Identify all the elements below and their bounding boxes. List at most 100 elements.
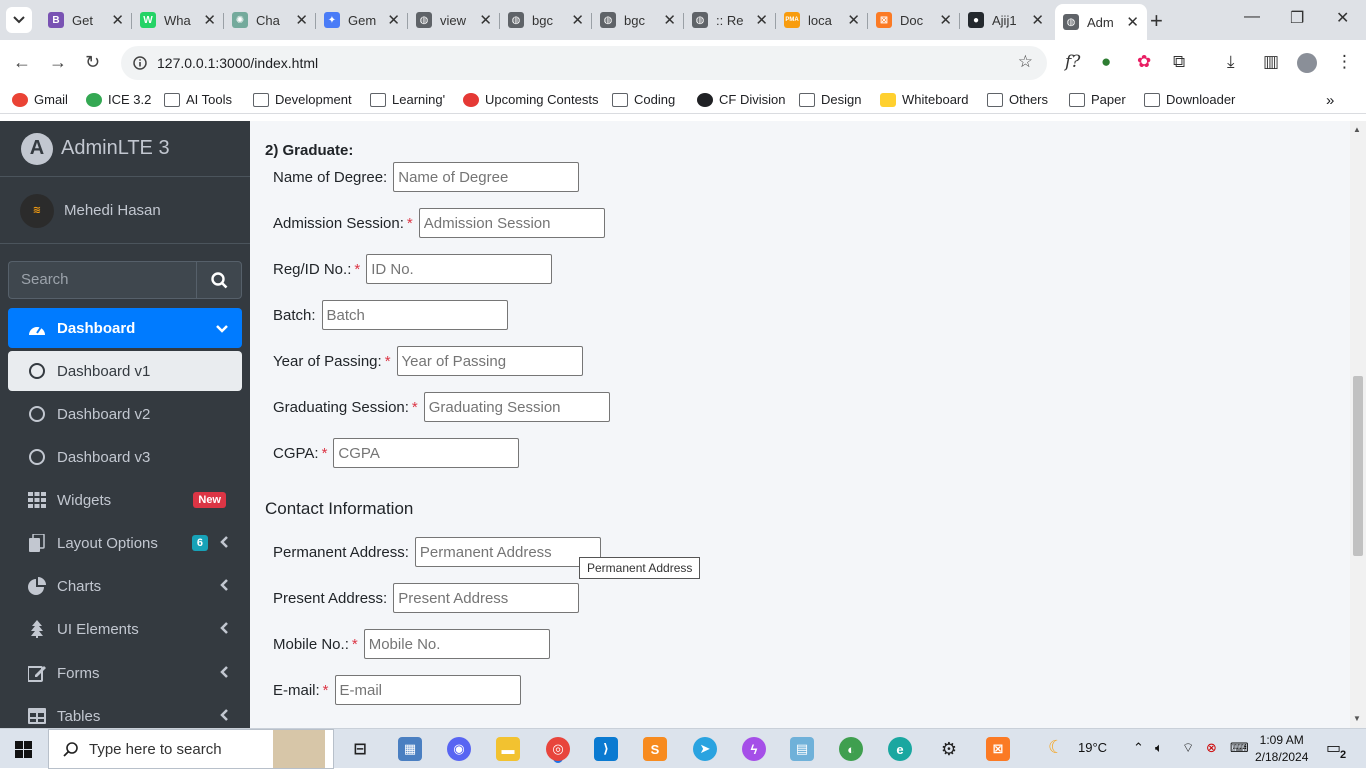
bookmark-item[interactable]: Coding	[612, 92, 675, 107]
task-view-icon[interactable]: ⊟	[348, 737, 372, 761]
browser-tab[interactable]: ◍ bgc ✕	[592, 5, 684, 35]
browser-tab[interactable]: ◍ Adm ✕	[1055, 4, 1147, 40]
sidebar-item-layout-options[interactable]: Layout Options 6	[8, 523, 242, 563]
bookmark-item[interactable]: CF Division	[697, 92, 785, 107]
notepad-icon[interactable]: ▤	[790, 737, 814, 761]
browser-tab[interactable]: ◍:: Re ✕	[684, 5, 776, 35]
address-bar[interactable]: 127.0.0.1:3000/index.html ☆	[121, 46, 1047, 80]
extension-globe-icon[interactable]: ●	[1101, 52, 1111, 72]
scrollbar[interactable]: ▲ ▼	[1350, 121, 1366, 728]
close-tab-icon[interactable]: ✕	[203, 11, 216, 29]
sidebar-item-dashboard[interactable]: Dashboard	[8, 308, 242, 348]
graduating-session-input[interactable]	[423, 392, 610, 422]
close-tab-icon[interactable]: ✕	[387, 11, 400, 29]
browser-tab[interactable]: ● Ajij1 ✕	[960, 5, 1052, 35]
close-tab-icon[interactable]: ✕	[1031, 11, 1044, 29]
chrome-icon[interactable]: ◎	[546, 737, 570, 761]
close-tab-icon[interactable]: ✕	[755, 11, 768, 29]
cgpa-input[interactable]	[333, 438, 520, 468]
sidebar-search-input[interactable]: Search	[8, 261, 196, 299]
profile-avatar[interactable]	[1297, 53, 1317, 73]
scroll-up-arrow-icon[interactable]: ▲	[1353, 125, 1361, 134]
bookmark-star-icon[interactable]: ☆	[1018, 52, 1033, 72]
messenger-icon[interactable]: ϟ	[742, 737, 766, 761]
bookmark-item[interactable]: Development	[253, 92, 352, 107]
restore-button[interactable]: ❐	[1290, 8, 1304, 28]
windows-start-icon[interactable]	[15, 741, 32, 758]
user-name[interactable]: Mehedi Hasan	[64, 202, 161, 219]
id-no-input[interactable]	[366, 254, 553, 284]
close-tab-icon[interactable]: ✕	[111, 11, 124, 29]
close-tab-icon[interactable]: ✕	[1126, 13, 1139, 31]
bookmark-item[interactable]: Whiteboard	[880, 92, 968, 107]
tray-chevron-up-icon[interactable]: ⌃	[1133, 740, 1144, 756]
mobile-no-input[interactable]	[363, 629, 550, 659]
browser-tab[interactable]: ✦ Gem ✕	[316, 5, 408, 35]
browser-tab[interactable]: PMA loca ✕	[776, 5, 868, 35]
browser-tab[interactable]: ⊠ Doc ✕	[868, 5, 960, 35]
sidebar-item-dashboard-v1[interactable]: Dashboard v1	[8, 351, 242, 391]
volume-icon[interactable]: 🔈︎	[1155, 740, 1163, 756]
download-icon[interactable]: ⤓	[1227, 52, 1235, 72]
browser-tab[interactable]: ✺ Cha ✕	[224, 5, 316, 35]
weather-temp[interactable]: 19°C	[1078, 740, 1107, 755]
telegram-icon[interactable]: ➤	[693, 737, 717, 761]
bookmark-item[interactable]: Paper	[1069, 92, 1126, 107]
sidebar-item-widgets[interactable]: Widgets New	[8, 480, 242, 520]
network-warning-icon[interactable]: ⊗	[1206, 740, 1217, 756]
xampp-icon[interactable]: ⊠	[986, 737, 1010, 761]
bookmark-item[interactable]: Gmail	[12, 92, 68, 107]
present-address-input[interactable]	[393, 583, 580, 613]
forward-button[interactable]: →	[49, 52, 67, 73]
network-app-icon[interactable]: ◐	[839, 737, 863, 761]
bookmark-item[interactable]: Design	[799, 92, 861, 107]
back-button[interactable]: ←	[13, 52, 31, 73]
sidebar-item-forms[interactable]: Forms	[8, 653, 242, 693]
clock[interactable]: 1:09 AM 2/18/2024	[1255, 732, 1308, 766]
side-panel-icon[interactable]: ▥	[1263, 52, 1279, 72]
year-of-passing-input[interactable]	[396, 346, 583, 376]
close-tab-icon[interactable]: ✕	[571, 11, 584, 29]
settings-gear-icon[interactable]: ⚙	[937, 737, 961, 761]
sidebar-item-dashboard-v2[interactable]: Dashboard v2	[8, 394, 242, 434]
e-mail-input[interactable]	[334, 675, 521, 705]
sidebar-item-tables[interactable]: Tables	[8, 696, 242, 728]
file-explorer-icon[interactable]: ▬	[496, 737, 520, 761]
bookmark-item[interactable]: Upcoming Contests	[463, 92, 598, 107]
minimize-button[interactable]: —	[1244, 8, 1260, 26]
browser-tab[interactable]: ◍ view ✕	[408, 5, 500, 35]
name-of-degree-input[interactable]	[393, 162, 580, 192]
browser-tab[interactable]: B Get ✕	[40, 5, 132, 35]
menu-dots-icon[interactable]: ⋮	[1336, 52, 1353, 72]
close-tab-icon[interactable]: ✕	[847, 11, 860, 29]
new-tab-button[interactable]: +	[1150, 8, 1163, 34]
keyboard-icon[interactable]: ⌨	[1230, 740, 1249, 756]
close-tab-icon[interactable]: ✕	[295, 11, 308, 29]
scrollbar-thumb[interactable]	[1353, 376, 1363, 556]
admission-session-input[interactable]	[418, 208, 605, 238]
sidebar-item-ui-elements[interactable]: UI Elements	[8, 609, 242, 649]
more-bookmarks-icon[interactable]: »	[1326, 92, 1334, 109]
sublime-text-icon[interactable]: S	[643, 737, 667, 761]
close-tab-icon[interactable]: ✕	[479, 11, 492, 29]
bookmark-item[interactable]: Others	[987, 92, 1048, 107]
permanent-address-input[interactable]	[414, 537, 601, 567]
vscode-icon[interactable]: ⟩	[594, 737, 618, 761]
tab-search-button[interactable]	[6, 7, 32, 33]
sidebar-item-dashboard-v3[interactable]: Dashboard v3	[8, 437, 242, 477]
notification-icon[interactable]: ▭	[1326, 738, 1341, 758]
reload-button[interactable]: ↻	[85, 52, 100, 73]
browser-tab[interactable]: ◍ bgc ✕	[500, 5, 592, 35]
wifi-icon[interactable]: ⌔	[1182, 740, 1194, 756]
formula-extension-icon[interactable]: f?	[1065, 52, 1080, 72]
scroll-down-arrow-icon[interactable]: ▼	[1353, 714, 1361, 723]
close-window-button[interactable]: ✕	[1336, 8, 1349, 28]
sidebar-search-button[interactable]	[196, 261, 242, 299]
brand-link[interactable]: A AdminLTE 3	[0, 121, 250, 177]
discord-icon[interactable]: ◉	[447, 737, 471, 761]
taskbar-search[interactable]: Type here to search	[48, 729, 334, 769]
batch-input[interactable]	[321, 300, 508, 330]
site-info-icon[interactable]	[133, 56, 147, 70]
color-picker-extension-icon[interactable]: ✿	[1137, 52, 1151, 72]
bookmark-item[interactable]: ICE 3.2	[86, 92, 151, 107]
